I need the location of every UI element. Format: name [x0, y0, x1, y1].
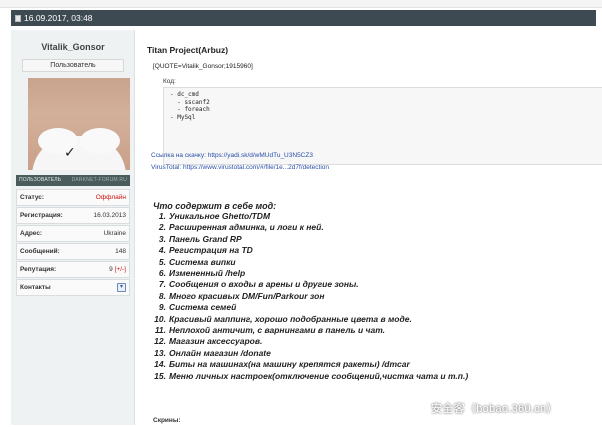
list-item-text: Расширенная админка, и логи к ней. [169, 222, 324, 233]
user-panel: Vitalik_Gonsor Пользователь ✓ ПОЛЬЗОВАТЕ… [11, 30, 135, 425]
post-content: Titan Project(Arbuz) [QUOTE=Vitalik_Gons… [140, 30, 602, 427]
reputation-vote-link[interactable]: [+/-] [115, 266, 126, 273]
list-item: 4. Регистрация на TD [153, 245, 593, 256]
download-label: Ссылка на скачку: [151, 152, 206, 159]
list-item-number: 3. [158, 233, 166, 244]
registration-value: 16.03.2013 [93, 212, 126, 219]
list-item: 7. Сообщения о входы в арены и другие зон… [153, 279, 593, 290]
list-item-number: 10. [154, 313, 166, 324]
list-item: 5. Система випки [153, 257, 593, 268]
download-link[interactable]: https://yadi.sk/d/wMUdTu_U3N5CZ3 [208, 152, 313, 159]
info-label: Сообщений: [20, 248, 60, 255]
username[interactable]: Vitalik_Gonsor [11, 42, 135, 52]
list-item-number: 7. [158, 279, 166, 290]
virustotal-line: VirusTotal: https://www.virustotal.com/#… [151, 164, 329, 171]
post-header-bar: 16.09.2017, 03:48 [11, 10, 596, 26]
rank-label: ПОЛЬЗОВАТЕЛЬ [19, 177, 62, 183]
list-item-number: 6. [158, 268, 166, 279]
list-item-number: 14. [154, 359, 166, 370]
list-item: 9. Система семей [153, 302, 593, 313]
info-row-messages: Сообщений: 148 [16, 243, 130, 260]
avatar[interactable]: ✓ [28, 78, 130, 170]
list-item: 6. Измененный /help [153, 268, 593, 279]
list-item-text: Магазин аксессуаров. [169, 336, 263, 347]
messages-value: 148 [115, 248, 126, 255]
contacts-label: Контакты [20, 284, 51, 291]
features-heading: Что содержит в себе мод: [153, 201, 277, 211]
list-item-number: 13. [154, 347, 166, 358]
list-item-number: 12. [154, 336, 166, 347]
list-item: 11. Неплохой античит, с варнингами в пане… [153, 325, 593, 336]
post-title: Titan Project(Arbuz) [147, 45, 229, 55]
list-item-text: Измененный /help [169, 268, 246, 279]
info-label: Репутация: [20, 266, 57, 273]
post-datetime: 16.09.2017, 03:48 [24, 13, 93, 23]
status-value: Оффлайн [95, 194, 126, 201]
avatar-shape [80, 128, 120, 154]
swoosh-icon: ✓ [64, 144, 76, 160]
screenshots-label: Скрины: [153, 417, 181, 424]
list-item-number: 1. [158, 211, 166, 221]
list-item: 3. Панель Grand RP [153, 234, 593, 245]
list-item-number: 5. [158, 256, 166, 267]
list-item-number: 8. [158, 290, 166, 301]
list-item: 1. Уникальное Ghetto/TDM [153, 211, 593, 222]
list-item-text: Онлайн магазин /donate [169, 347, 271, 358]
list-item-number: 9. [158, 302, 166, 313]
document-icon [15, 15, 21, 22]
list-item-number: 11. [154, 325, 166, 336]
list-item: 10. Красивый маппинг, хорошо подобранные … [153, 314, 593, 325]
info-row-registration: Регистрация: 16.03.2013 [16, 207, 130, 224]
list-item-text: Неплохой античит, с варнингами в панель … [169, 325, 386, 336]
info-label: Адрес: [20, 230, 43, 237]
quote-tag: [QUOTE=Vitalik_Gonsor;1915960] [153, 63, 253, 70]
list-item-text: Меню личных настроек(отключение сообщени… [169, 370, 469, 381]
list-item-number: 4. [158, 245, 166, 256]
list-item-text: Сообщения о входы в арены и другие зоны. [169, 279, 359, 290]
chevron-down-icon[interactable]: ▾ [117, 283, 126, 292]
list-item-text: Панель Grand RP [169, 233, 242, 244]
top-strip [0, 0, 602, 8]
info-row-reputation: Репутация: 9 [+/-] [16, 261, 130, 278]
address-value: Ukraine [103, 230, 126, 237]
list-item-text: Система семей [169, 302, 237, 313]
info-label: Статус: [20, 194, 45, 201]
rank-brand: DARKNET-FORUM.RU [71, 177, 127, 183]
code-label: Код: [163, 78, 176, 85]
list-item: 8. Много красивых DM/Fun/Parkour зон [153, 291, 593, 302]
list-item-number: 15. [154, 370, 166, 381]
list-item: 2. Расширенная админка, и логи к ней. [153, 222, 593, 233]
contacts-toggle[interactable]: Контакты ▾ [16, 279, 130, 296]
features-list: 1. Уникальное Ghetto/TDM 2. Расширенная ад… [153, 211, 593, 382]
list-item-text: Уникальное Ghetto/TDM [169, 211, 271, 221]
info-row-address: Адрес: Ukraine [16, 225, 130, 242]
reputation-number: 9 [109, 266, 113, 273]
info-row-status: Статус: Оффлайн [16, 189, 130, 206]
user-rank-banner: ПОЛЬЗОВАТЕЛЬ DARKNET-FORUM.RU [16, 175, 130, 186]
watermark: 安全客（bobao.360.cn） [431, 403, 558, 415]
virustotal-label: VirusTotal: [151, 164, 182, 171]
list-item-text: Красивый маппинг, хорошо подобранные цве… [169, 313, 412, 324]
list-item-number: 2. [158, 222, 166, 233]
list-item-text: Много красивых DM/Fun/Parkour зон [169, 290, 325, 301]
list-item-text: Система випки [169, 256, 236, 267]
list-item-text: Регистрация на TD [169, 245, 253, 256]
info-label: Регистрация: [20, 212, 63, 219]
list-item-text: Биты на машинах(на машину крепятся ракет… [169, 359, 410, 370]
list-item: 14. Биты на машинах(на машину крепятся ра… [153, 359, 593, 370]
list-item: 13. Онлайн магазин /donate [153, 348, 593, 359]
virustotal-link[interactable]: https://www.virustotal.com/#/file/1e...2… [183, 164, 329, 171]
list-item: 12. Магазин аксессуаров. [153, 336, 593, 347]
list-item: 15. Меню личных настроек(отключение сообщ… [153, 371, 593, 382]
reputation-value: 9 [+/-] [109, 266, 126, 273]
download-line: Ссылка на скачку: https://yadi.sk/d/wMUd… [151, 152, 313, 159]
user-role: Пользователь [22, 59, 124, 72]
user-info-list: Статус: Оффлайн Регистрация: 16.03.2013 … [16, 189, 130, 297]
